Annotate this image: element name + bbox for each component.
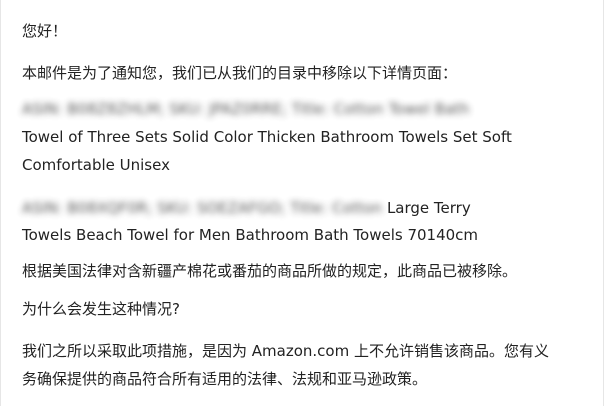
item2-first-line: ASIN: B08XQF0R; SKU: SOEZAFGO; Title: Co… xyxy=(22,198,471,220)
reason-text: 根据美国法律对含新疆产棉花或番茄的商品所做的规定，此商品已被移除。 xyxy=(22,262,518,280)
item2-redacted-part: ASIN: B08XQF0R; SKU: SOEZAFGO; Title: Co… xyxy=(22,199,383,217)
item1-title-line3: Comfortable Unisex xyxy=(22,156,170,174)
item2-title-line2: Towels Beach Towel for Men Bathroom Bath… xyxy=(22,226,479,244)
explanation-line1: 我们之所以采取此项措施，是因为 Amazon.com 上不允许销售该商品。您有义 xyxy=(22,342,549,360)
email-body: 您好！ 本邮件是为了通知您，我们已从我们的目录中移除以下详情页面： ASIN: … xyxy=(0,0,604,406)
item2-visible-part: Large Terry xyxy=(386,199,471,217)
explanation-line2: 务确保提供的商品符合所有适用的法律、法规和亚马逊政策。 xyxy=(22,370,428,388)
intro-text: 本邮件是为了通知您，我们已从我们的目录中移除以下详情页面： xyxy=(22,64,458,82)
item1-redacted-line: ASIN: B08Z8ZHLM; SKU: JPAZ0RRE; Title: C… xyxy=(22,100,470,118)
question-text: 为什么会发生这种情况? xyxy=(22,300,180,318)
item1-title-line2: Towel of Three Sets Solid Color Thicken … xyxy=(22,128,512,146)
greeting-text: 您好！ xyxy=(22,22,68,40)
